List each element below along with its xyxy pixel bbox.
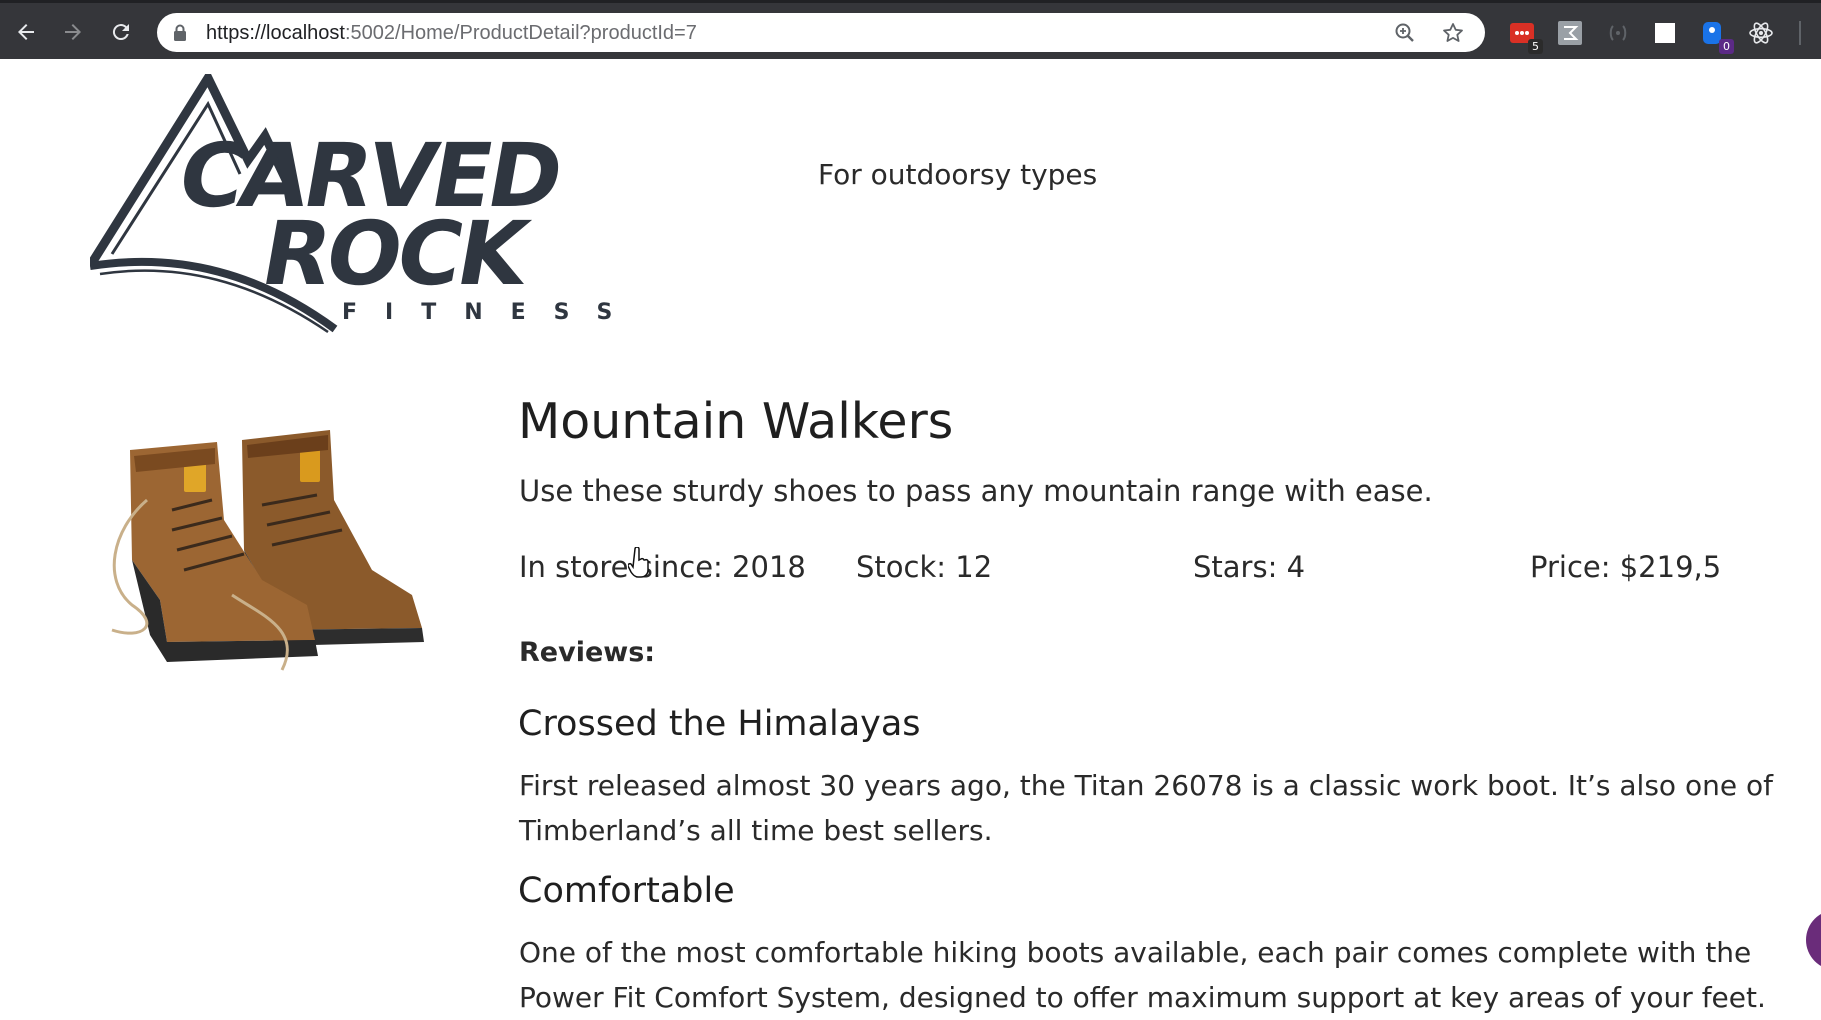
hand-cursor-icon — [628, 547, 649, 578]
product-image — [111, 430, 424, 671]
forward-arrow-icon — [65, 24, 81, 40]
zoom-icon[interactable] — [1393, 21, 1417, 45]
react-devtools-icon[interactable] — [1748, 20, 1774, 46]
reload-button[interactable] — [106, 17, 136, 47]
address-bar[interactable]: https://localhost:5002/Home/ProductDetai… — [157, 13, 1485, 52]
extension-gray-icon[interactable] — [1557, 20, 1583, 46]
url-text[interactable]: https://localhost:5002/Home/ProductDetai… — [206, 22, 697, 44]
extension-blue-icon[interactable]: 0 — [1700, 20, 1734, 54]
review-text: First released almost 30 years ago, the … — [519, 769, 1773, 847]
back-arrow-icon — [18, 24, 34, 40]
svg-text:FITNESS: FITNESS — [342, 300, 620, 325]
product-description: Use these sturdy shoes to pass any mount… — [519, 474, 1433, 508]
product-title: Mountain Walkers — [518, 393, 954, 450]
lock-icon — [174, 24, 186, 41]
extension-brackets-icon[interactable] — [1605, 20, 1631, 46]
extension-red-icon[interactable]: 5 — [1509, 20, 1543, 54]
tagline: For outdoorsy types — [818, 158, 1098, 191]
carved-rock-fitness-logo[interactable]: CARVED ROCK FITNESS — [90, 74, 620, 336]
svg-text:ROCK: ROCK — [254, 203, 539, 305]
review-title: Comfortable — [518, 871, 735, 911]
toolbar-divider — [1799, 21, 1801, 45]
star-rating: Stars: 4 — [1193, 550, 1306, 584]
bookmark-star-icon[interactable] — [1441, 21, 1465, 45]
review-text: One of the most comfortable hiking boots… — [519, 936, 1766, 1014]
browser-toolbar: https://localhost:5002/Home/ProductDetai… — [0, 0, 1821, 59]
reload-icon — [112, 24, 129, 41]
stock-count: Stock: 12 — [856, 550, 993, 584]
in-store-since: In store since: 2018 — [519, 550, 806, 584]
price: Price: $219,5 — [1530, 550, 1722, 584]
forward-button[interactable] — [58, 17, 88, 47]
review-title: Crossed the Himalayas — [518, 704, 921, 744]
back-button[interactable] — [11, 17, 41, 47]
extension-white-icon[interactable] — [1652, 20, 1678, 46]
reviews-heading: Reviews: — [519, 637, 656, 668]
